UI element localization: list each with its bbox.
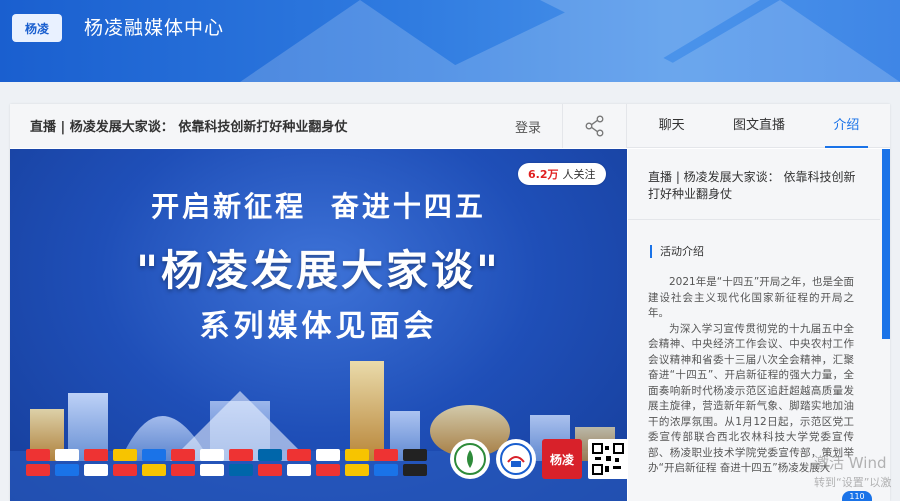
poster-headline: "杨凌发展大家谈" xyxy=(136,246,501,295)
media-app-icon xyxy=(258,464,282,476)
media-app-icon xyxy=(200,449,224,461)
organizer-badges: 杨凌 xyxy=(450,439,627,479)
media-app-icon xyxy=(374,449,398,461)
media-app-icon xyxy=(26,449,50,461)
media-app-icon xyxy=(113,449,137,461)
live-title: 直播 | 杨凌发展大家谈： 依靠科技创新打好种业翻身仗 xyxy=(30,120,348,135)
media-app-icon xyxy=(258,449,282,461)
live-topbar: 直播 | 杨凌发展大家谈： 依靠科技创新打好种业翻身仗 登录 聊天 图文直播 介… xyxy=(10,104,890,148)
media-app-icon xyxy=(403,449,427,461)
live-video-poster[interactable]: 6.2万 人关注 开启新征程 奋进十四五 "杨凌发展大家谈" 系列媒体见面会 杨… xyxy=(10,149,627,501)
media-app-icon xyxy=(287,464,311,476)
media-app-icon xyxy=(403,464,427,476)
intro-divider xyxy=(628,219,880,220)
app-icon-strip xyxy=(26,449,440,476)
media-app-icon xyxy=(171,464,195,476)
poster-slogan: 开启新征程 奋进十四五 xyxy=(151,190,486,223)
windows-activation-watermark: 激活 Wind xyxy=(814,454,887,472)
media-app-icon xyxy=(171,449,195,461)
windows-activation-hint: 转到“设置”以激 xyxy=(814,476,892,489)
university-emblem-icon xyxy=(450,439,490,479)
media-app-icon xyxy=(142,464,166,476)
intro-title: 直播 | 杨凌发展大家谈： 依靠科技创新打好种业翻身仗 xyxy=(648,170,856,201)
site-header: 杨凌 杨凌融媒体中心 xyxy=(0,0,900,82)
media-app-icon xyxy=(84,464,108,476)
chat-count-bubble[interactable]: 110 xyxy=(842,491,872,501)
media-app-icon xyxy=(316,464,340,476)
tab-intro[interactable]: 介绍 xyxy=(803,104,890,148)
site-title: 杨凌融媒体中心 xyxy=(84,17,225,39)
section-heading-activity: 活动介绍 xyxy=(650,245,704,258)
header-decoration xyxy=(240,0,900,82)
follow-badge: 6.2万 人关注 xyxy=(518,163,606,185)
intro-text: 2021年是“十四五”开局之年，也是全面建设社会主义现代化国家新征程的开局之年。… xyxy=(648,275,854,477)
media-app-icon xyxy=(316,449,340,461)
media-app-icon xyxy=(200,464,224,476)
college-emblem-icon xyxy=(496,439,536,479)
topbar-left: 直播 | 杨凌发展大家谈： 依靠科技创新打好种业翻身仗 登录 xyxy=(10,104,627,148)
media-app-icon xyxy=(55,449,79,461)
scrollbar-thumb[interactable] xyxy=(882,149,890,339)
yangling-brand-badge: 杨凌 xyxy=(542,439,582,479)
share-button[interactable] xyxy=(562,104,627,148)
media-app-icon xyxy=(374,464,398,476)
media-app-icon xyxy=(345,449,369,461)
follow-count: 6.2万 xyxy=(528,168,559,181)
media-app-icon xyxy=(229,449,253,461)
intro-paragraph: 2021年是“十四五”开局之年，也是全面建设社会主义现代化国家新征程的开局之年。 xyxy=(648,276,854,319)
qr-code-icon xyxy=(588,439,627,479)
share-icon xyxy=(585,115,603,137)
intro-panel: 直播 | 杨凌发展大家谈： 依靠科技创新打好种业翻身仗 活动介绍 2021年是“… xyxy=(628,149,890,501)
live-card: 直播 | 杨凌发展大家谈： 依靠科技创新打好种业翻身仗 登录 聊天 图文直播 介… xyxy=(10,104,890,501)
media-app-icon xyxy=(345,464,369,476)
media-app-icon xyxy=(287,449,311,461)
media-app-icon xyxy=(26,464,50,476)
tab-graphic-live[interactable]: 图文直播 xyxy=(715,104,802,148)
site-logo[interactable]: 杨凌 xyxy=(12,14,62,42)
media-app-icon xyxy=(142,449,166,461)
follow-label: 人关注 xyxy=(562,168,596,181)
media-app-icon xyxy=(229,464,253,476)
login-link[interactable]: 登录 xyxy=(515,117,541,136)
media-app-icon xyxy=(113,464,137,476)
side-tabs: 聊天 图文直播 介绍 xyxy=(628,104,890,148)
media-app-icon xyxy=(84,449,108,461)
media-app-icon xyxy=(55,464,79,476)
intro-scrollbar[interactable] xyxy=(882,149,890,501)
tab-chat[interactable]: 聊天 xyxy=(628,104,715,148)
